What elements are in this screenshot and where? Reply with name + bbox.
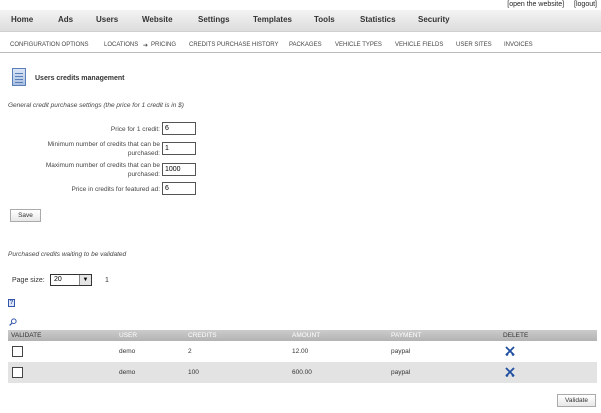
cell-user: demo [119,369,136,376]
page-number[interactable]: 1 [105,277,109,284]
page-size-value: 20 [54,276,62,283]
col-user[interactable]: User [119,332,137,339]
chevron-down-icon: ▼ [79,275,91,285]
table-row: demo 100 600.00 paypal [8,362,597,383]
delete-icon[interactable] [505,346,515,356]
nav-settings[interactable]: Settings [198,15,230,24]
validate-checkbox[interactable] [12,346,23,357]
price-per-credit-label: Price for 1 credit: [110,126,160,133]
cell-amount: 600.00 [292,369,312,376]
validate-checkbox[interactable] [12,367,23,378]
subnav-divider [0,52,601,53]
col-amount[interactable]: Amount [292,332,320,339]
subnav-vehicle-types[interactable]: Vehicle types [335,42,382,48]
delete-icon[interactable] [505,367,515,377]
subnav-packages[interactable]: Packages [289,42,322,48]
page-title: Users credits management [35,75,125,82]
help-icon[interactable]: ? [8,299,15,307]
table-row: demo 2 12.00 paypal [8,341,597,362]
max-credits-input[interactable] [162,163,196,176]
pending-section-title: Purchased credits waiting to be validate… [8,251,127,258]
cell-payment: paypal [391,369,411,376]
col-credits[interactable]: Credits [188,332,217,339]
search-icon[interactable] [9,318,17,326]
document-icon [12,68,26,86]
nav-templates[interactable]: Templates [253,15,292,24]
cell-credits: 2 [188,348,192,355]
nav-tools[interactable]: Tools [314,15,335,24]
validate-button[interactable]: Validate [557,394,596,407]
cell-payment: paypal [391,348,411,355]
min-credits-label: Minimum number of credits that can be pu… [47,141,160,157]
open-website-link[interactable]: [open the website] [507,1,564,8]
subnav-pricing[interactable]: Pricing [151,42,176,48]
cell-user: demo [119,348,136,355]
nav-security[interactable]: Security [418,15,450,24]
main-nav: Home Ads Users Website Settings Template… [0,10,601,32]
col-payment[interactable]: Payment [391,332,421,339]
col-validate: Validate [11,332,42,339]
subnav-user-sites[interactable]: User sites [456,42,492,48]
settings-section-title: General credit purchase settings (the pr… [8,102,184,109]
nav-website[interactable]: Website [142,15,173,24]
top-links: [open the website] [logout] [499,1,597,8]
pending-credits-table: Validate User Credits Amount Payment Del… [8,330,597,383]
save-button[interactable]: Save [10,209,41,222]
nav-ads[interactable]: Ads [58,15,73,24]
table-header: Validate User Credits Amount Payment Del… [8,330,597,341]
subnav-locations[interactable]: Locations [104,42,138,48]
subnav-configuration-options[interactable]: Configuration options [10,42,89,48]
subnav-vehicle-fields[interactable]: Vehicle fields [395,42,443,48]
cell-amount: 12.00 [292,348,309,355]
price-per-credit-input[interactable] [162,122,196,135]
cell-credits: 100 [188,369,199,376]
min-credits-input[interactable] [162,142,196,155]
logout-link[interactable]: [logout] [574,1,597,8]
featured-ad-price-input[interactable] [162,182,196,195]
subnav-credits-purchase-history[interactable]: Credits purchase history [189,42,278,48]
nav-home[interactable]: Home [11,15,33,24]
page-size-label: Page size: [12,277,45,284]
nav-statistics[interactable]: Statistics [360,15,396,24]
arrow-right-icon: ➔ [143,43,149,49]
page-size-select[interactable]: 20 ▼ [50,274,92,286]
featured-ad-price-label: Price in credits for featured ad: [71,186,160,193]
nav-users[interactable]: Users [96,15,118,24]
max-credits-label: Maximum number of credits that can be pu… [45,162,160,178]
subnav-invoices[interactable]: Invoices [504,42,533,48]
col-delete: Delete [503,332,529,339]
